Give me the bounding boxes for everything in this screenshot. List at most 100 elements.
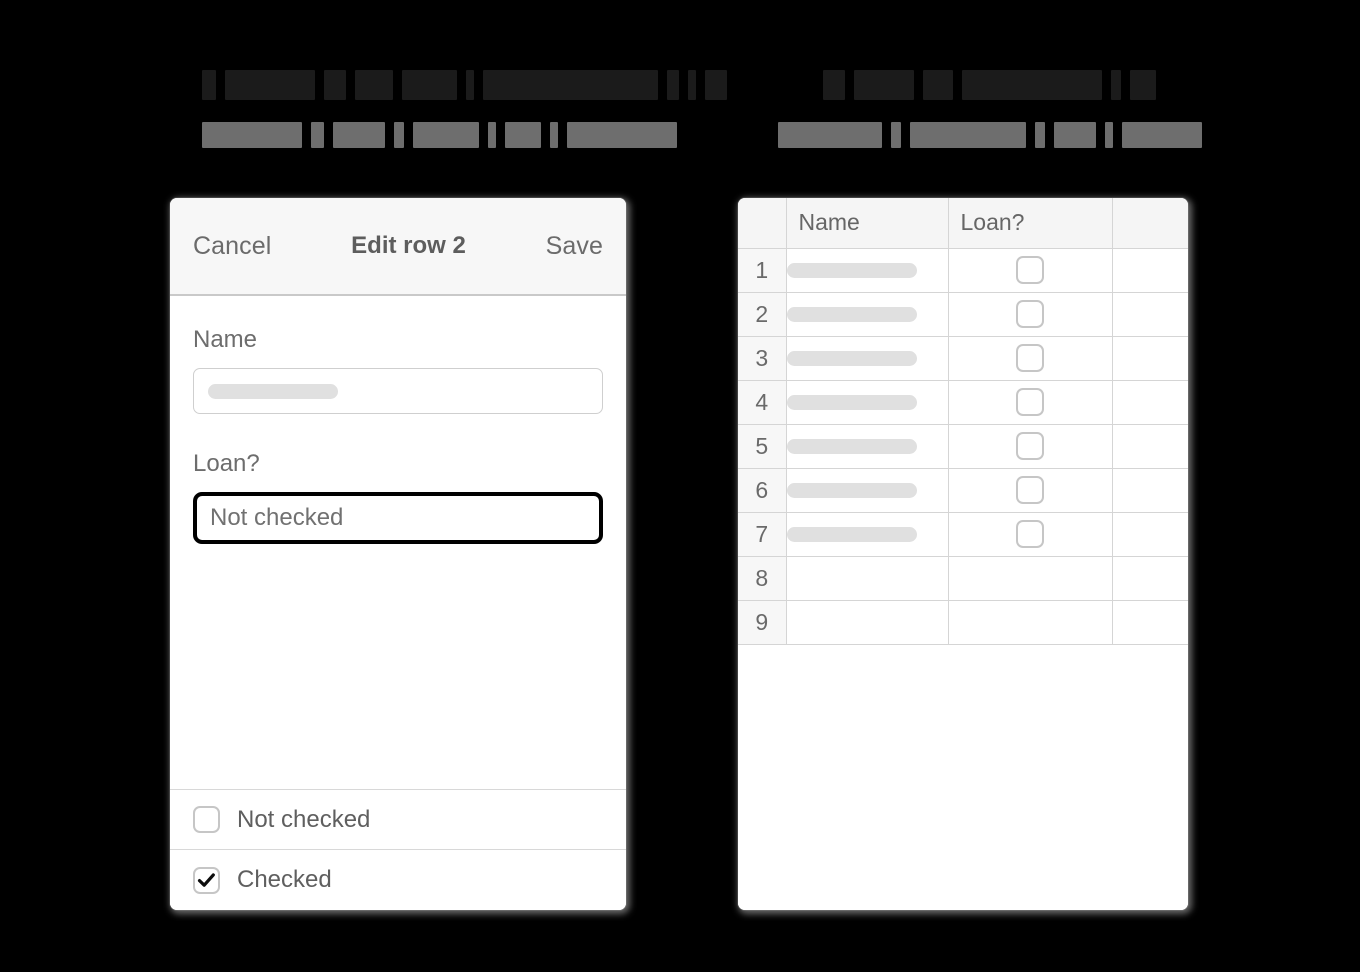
name-value-redacted xyxy=(786,438,917,454)
redaction-block xyxy=(1122,122,1202,148)
trailing-cell[interactable] xyxy=(1112,556,1188,601)
loan-select-value: Not checked xyxy=(210,504,344,531)
row-number-cell[interactable]: 8 xyxy=(738,556,787,601)
cancel-button[interactable]: Cancel xyxy=(193,232,271,261)
table-row[interactable]: 1 xyxy=(738,248,1188,293)
name-cell[interactable] xyxy=(786,336,949,381)
redaction-block xyxy=(202,70,216,100)
grid-column-header-name[interactable]: Name xyxy=(786,198,949,249)
redaction-block xyxy=(550,122,558,148)
checkbox-unchecked-icon[interactable] xyxy=(1016,300,1044,328)
redaction-block xyxy=(225,70,315,100)
loan-select-input[interactable]: Not checked xyxy=(193,492,603,544)
loan-cell[interactable] xyxy=(948,512,1113,557)
name-cell[interactable] xyxy=(786,512,949,557)
trailing-cell[interactable] xyxy=(1112,512,1188,557)
name-cell[interactable] xyxy=(786,292,949,337)
loan-cell[interactable] xyxy=(948,380,1113,425)
row-number-cell[interactable]: 6 xyxy=(738,468,787,513)
redaction-block xyxy=(202,122,302,148)
loan-cell[interactable] xyxy=(948,556,1113,601)
table-row[interactable]: 3 xyxy=(738,336,1188,381)
row-number-cell[interactable]: 7 xyxy=(738,512,787,557)
redaction-block xyxy=(891,122,901,148)
loan-option-not-checked[interactable]: Not checked xyxy=(170,790,626,850)
name-cell[interactable] xyxy=(786,248,949,293)
redaction-block xyxy=(854,70,914,100)
table-row[interactable]: 6 xyxy=(738,468,1188,513)
checkbox-unchecked-icon[interactable] xyxy=(1016,388,1044,416)
row-number-cell[interactable]: 2 xyxy=(738,292,787,337)
redaction-block xyxy=(923,70,953,100)
checkbox-unchecked-icon[interactable] xyxy=(1016,344,1044,372)
row-number-cell[interactable]: 9 xyxy=(738,600,787,645)
redaction-block xyxy=(333,122,385,148)
redaction-block xyxy=(667,70,679,100)
table-row[interactable]: 5 xyxy=(738,424,1188,469)
redaction-block xyxy=(910,122,1026,148)
row-number-cell[interactable]: 4 xyxy=(738,380,787,425)
table-row[interactable]: 7 xyxy=(738,512,1188,557)
checkbox-unchecked-icon[interactable] xyxy=(1016,256,1044,284)
right-caption-line-2 xyxy=(778,122,1202,148)
trailing-cell[interactable] xyxy=(1112,292,1188,337)
redaction-block xyxy=(1035,122,1045,148)
redaction-block xyxy=(705,70,727,100)
grid-column-header-blank[interactable] xyxy=(1112,198,1188,249)
trailing-cell[interactable] xyxy=(1112,600,1188,645)
loan-cell[interactable] xyxy=(948,248,1113,293)
trailing-cell[interactable] xyxy=(1112,468,1188,513)
trailing-cell[interactable] xyxy=(1112,380,1188,425)
table-row[interactable]: 8 xyxy=(738,556,1188,601)
name-field-label: Name xyxy=(193,326,258,353)
redaction-block xyxy=(1111,70,1121,100)
loan-cell[interactable] xyxy=(948,336,1113,381)
name-cell[interactable] xyxy=(786,600,949,645)
grid-empty-area xyxy=(738,644,1188,910)
grid-column-header-blank[interactable] xyxy=(738,198,787,249)
data-grid-panel: Name Loan? 123456789 xyxy=(738,198,1188,910)
loan-cell[interactable] xyxy=(948,424,1113,469)
trailing-cell[interactable] xyxy=(1112,336,1188,381)
loan-cell[interactable] xyxy=(948,292,1113,337)
name-cell[interactable] xyxy=(786,468,949,513)
table-row[interactable]: 4 xyxy=(738,380,1188,425)
redaction-block xyxy=(466,70,474,100)
name-value-redacted xyxy=(786,306,917,322)
loan-cell[interactable] xyxy=(948,468,1113,513)
redaction-block xyxy=(488,122,496,148)
sheet-body: Name Loan? Not checked xyxy=(170,296,626,789)
checkbox-unchecked-icon[interactable] xyxy=(1016,476,1044,504)
loan-option-checked[interactable]: Checked xyxy=(170,850,626,910)
trailing-cell[interactable] xyxy=(1112,424,1188,469)
grid-header-row: Name Loan? xyxy=(738,198,1188,249)
name-input[interactable] xyxy=(193,368,603,414)
table-row[interactable]: 9 xyxy=(738,600,1188,645)
grid-column-header-loan[interactable]: Loan? xyxy=(948,198,1113,249)
sheet-header: Cancel Edit row 2 Save xyxy=(170,198,626,296)
save-button[interactable]: Save xyxy=(546,232,603,261)
checkbox-checked-icon[interactable] xyxy=(193,866,220,894)
row-number-cell[interactable]: 1 xyxy=(738,248,787,293)
loan-option-label: Checked xyxy=(237,866,332,893)
loan-options-list: Not checked Checked xyxy=(170,789,626,910)
name-cell[interactable] xyxy=(786,380,949,425)
left-caption-line-1 xyxy=(202,70,727,100)
name-value-redacted xyxy=(786,262,917,278)
row-number-cell[interactable]: 3 xyxy=(738,336,787,381)
grid-body: 123456789 xyxy=(738,248,1188,645)
name-cell[interactable] xyxy=(786,556,949,601)
checkbox-unchecked-icon[interactable] xyxy=(1016,520,1044,548)
checkbox-unchecked-icon[interactable] xyxy=(1016,432,1044,460)
redaction-block xyxy=(505,122,541,148)
row-number-cell[interactable]: 5 xyxy=(738,424,787,469)
edit-row-sheet: Cancel Edit row 2 Save Name Loan? Not ch… xyxy=(170,198,626,910)
loan-field-label: Loan? xyxy=(193,450,260,477)
trailing-cell[interactable] xyxy=(1112,248,1188,293)
loan-cell[interactable] xyxy=(948,600,1113,645)
table-row[interactable]: 2 xyxy=(738,292,1188,337)
redaction-block xyxy=(688,70,696,100)
redaction-block xyxy=(823,70,845,100)
checkbox-unchecked-icon[interactable] xyxy=(193,806,220,833)
name-cell[interactable] xyxy=(786,424,949,469)
